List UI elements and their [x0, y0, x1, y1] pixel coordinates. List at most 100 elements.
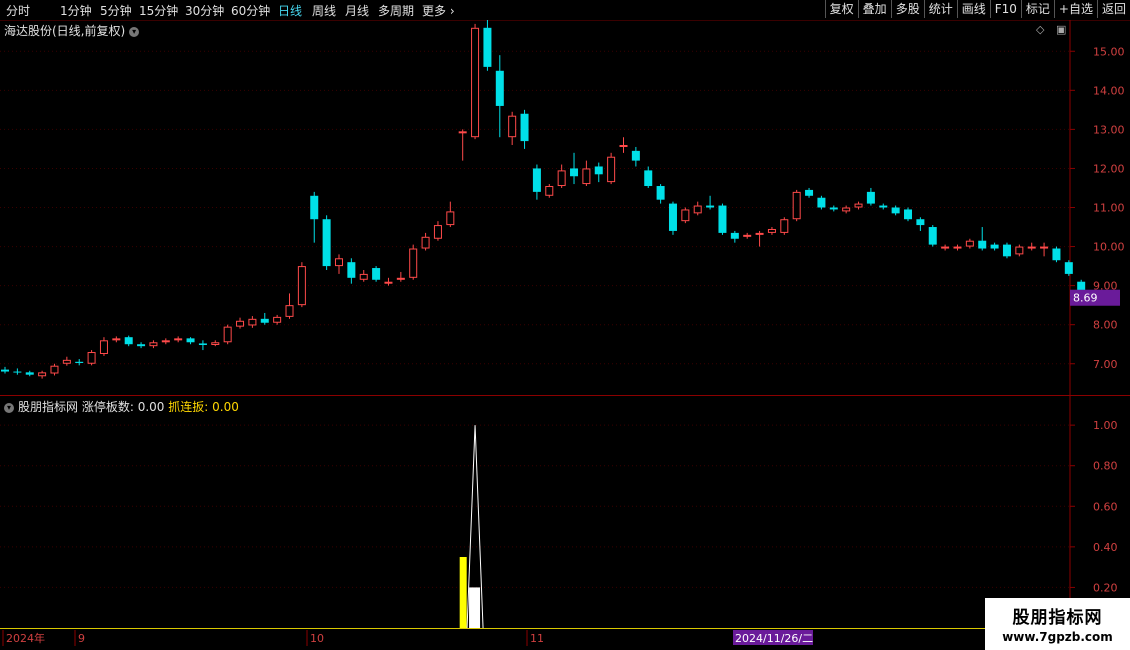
candle-body: [198, 343, 207, 345]
indicator-title: ▾ 股朋指标网 涨停板数: 0.00 抓连扳: 0.00: [4, 398, 239, 415]
candle: [866, 187, 875, 206]
candle-body: [842, 207, 851, 212]
right-panel-strip: [1120, 20, 1130, 630]
candle-body: [458, 131, 467, 134]
candle-body: [124, 337, 133, 345]
candle-body: [1015, 246, 1024, 255]
candle-body: [706, 205, 715, 208]
candle: [347, 258, 356, 284]
candle: [433, 221, 442, 241]
candle: [25, 370, 34, 377]
candle-body: [75, 361, 84, 363]
candle: [62, 356, 71, 366]
candle-body: [557, 170, 566, 187]
candle-body: [112, 338, 121, 341]
candle: [693, 201, 702, 216]
candle: [285, 293, 294, 319]
indicator-tick-label: 1.00: [1093, 419, 1118, 432]
candle: [570, 152, 579, 185]
indicator-panel: 1.00 0.80 0.60 0.40 0.20 2024年 9 10 11 2024/11/26…: [6, 419, 1118, 645]
indicator-tick-label: 0.20: [1093, 581, 1118, 594]
candle-body: [607, 156, 616, 183]
chart-title[interactable]: 海达股份(日线,前复权) ▾: [4, 22, 140, 39]
candle-body: [767, 228, 776, 233]
candle-body: [755, 232, 764, 235]
candle: [161, 338, 170, 345]
candle: [334, 254, 343, 274]
candle: [359, 270, 368, 282]
consecutive-label: 抓连扳:: [168, 400, 209, 414]
candle-body: [990, 244, 999, 249]
candle-body: [211, 342, 220, 345]
candle: [137, 342, 146, 349]
candle: [928, 225, 937, 247]
limit-up-count-label: 涨停板数:: [81, 400, 134, 414]
candle: [829, 205, 838, 212]
candle: [409, 244, 418, 280]
candle: [372, 266, 381, 282]
candle: [13, 368, 22, 375]
candle: [879, 203, 888, 210]
candle: [223, 324, 232, 345]
candle: [656, 184, 665, 204]
kline-chart[interactable]: 15.0014.0013.0012.0011.0010.009.008.007.…: [0, 0, 1130, 650]
candle-body: [186, 338, 195, 343]
candle-body: [38, 372, 47, 377]
date-label: 2024年: [6, 631, 45, 645]
candle: [1040, 242, 1049, 257]
candle: [545, 184, 554, 198]
candle: [260, 312, 269, 325]
candle: [236, 317, 245, 329]
candle: [38, 370, 47, 379]
candle-body: [359, 273, 368, 280]
candle-body: [941, 246, 950, 249]
candle-body: [953, 246, 962, 249]
date-label: 10: [310, 632, 324, 645]
candle-body: [508, 115, 517, 138]
candle-body: [137, 344, 146, 347]
candle: [805, 187, 814, 198]
chevron-down-icon[interactable]: ▾: [4, 402, 14, 413]
candle-body: [570, 168, 579, 177]
candle-body: [1027, 246, 1036, 249]
candle: [124, 335, 133, 347]
candle: [978, 227, 987, 251]
candle-body: [854, 203, 863, 208]
candle: [706, 195, 715, 210]
candle: [1027, 242, 1036, 251]
candle: [495, 55, 504, 138]
candle-body: [1064, 262, 1073, 274]
candle: [594, 162, 603, 183]
candle: [421, 232, 430, 251]
candle: [582, 160, 591, 187]
candle: [483, 20, 492, 71]
candle-body: [25, 372, 34, 375]
candle-body: [297, 266, 306, 306]
candle-body: [495, 70, 504, 106]
maximize-icon[interactable]: ▣: [1056, 23, 1066, 36]
candle: [50, 363, 59, 376]
candle: [941, 244, 950, 251]
candle: [767, 227, 776, 235]
candle-body: [594, 166, 603, 175]
candle: [87, 350, 96, 366]
candle-body: [718, 205, 727, 233]
candle-body: [656, 186, 665, 200]
candle: [607, 152, 616, 185]
candle: [1, 366, 9, 374]
candle: [1064, 260, 1073, 276]
chevron-down-icon[interactable]: ▾: [129, 26, 140, 37]
candle-body: [99, 340, 108, 354]
candle-body: [322, 219, 331, 267]
diamond-icon[interactable]: ◇: [1036, 23, 1044, 36]
candle: [817, 195, 826, 210]
window-controls: ◇ ▣: [1036, 23, 1066, 36]
candle: [842, 205, 851, 214]
candle-body: [619, 145, 628, 147]
candle: [718, 203, 727, 235]
watermark-title: 股朋指标网: [1012, 608, 1103, 628]
price-tick-label: 8.00: [1093, 319, 1118, 332]
date-label: 9: [78, 632, 85, 645]
indicator-name: 股朋指标网: [18, 400, 79, 414]
candle-body: [248, 318, 257, 326]
